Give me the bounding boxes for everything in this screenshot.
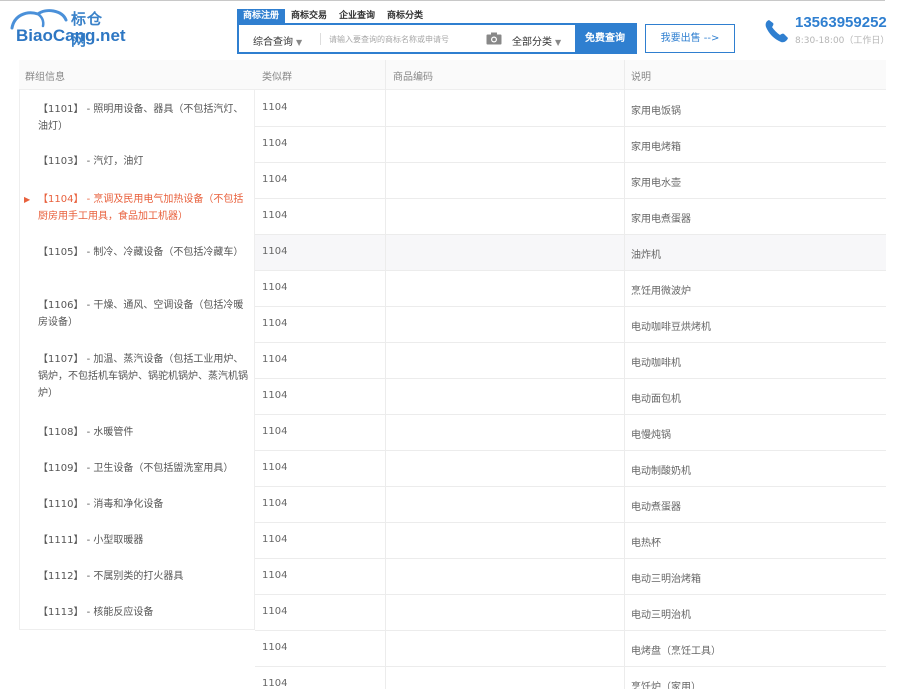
group-panel-header: 群组信息 xyxy=(19,60,255,90)
category-label: 全部分类 xyxy=(512,37,552,48)
cell-similar-group: 1104 xyxy=(262,246,288,257)
group-item-1103[interactable]: 【1103】 - 汽灯，油灯 xyxy=(38,153,253,170)
cell-description: 家用电烤箱 xyxy=(631,142,681,153)
table-row: 1104 电动煮蛋器 xyxy=(255,487,886,523)
phone-icon xyxy=(765,20,788,43)
service-hours: 8:30-18:00（工作日） xyxy=(795,36,890,46)
search-input[interactable] xyxy=(329,29,479,49)
table-row: 1104 烹饪炉（家用） xyxy=(255,667,886,689)
search-tabs: 商标注册 商标交易 企业查询 商标分类 xyxy=(237,9,429,23)
table-row: 1104 电动咖啡机 xyxy=(255,343,886,379)
group-item-1111[interactable]: 【1111】 - 小型取暖器 xyxy=(38,532,253,549)
cell-description: 烹饪用微波炉 xyxy=(631,286,691,297)
cell-description: 电慢炖锅 xyxy=(631,430,671,441)
cell-similar-group: 1104 xyxy=(262,174,288,185)
column-goods-code: 商品编码 xyxy=(393,72,433,83)
table-row: 1104 家用电饭锅 xyxy=(255,91,886,127)
cell-similar-group: 1104 xyxy=(262,390,288,401)
table-row: 1104 电动制酸奶机 xyxy=(255,451,886,487)
cell-similar-group: 1104 xyxy=(262,642,288,653)
group-item-1107[interactable]: 【1107】 - 加温、蒸汽设备（包括工业用炉、锅炉，不包括机车锅炉、锅驼机锅炉… xyxy=(38,351,253,402)
table-row: 1104 家用电烤箱 xyxy=(255,127,886,163)
table-row: 1104 电烤盘（烹饪工具） xyxy=(255,631,886,667)
cell-similar-group: 1104 xyxy=(262,102,288,113)
group-item-1112[interactable]: 【1112】 - 不属别类的打火器具 xyxy=(38,568,253,585)
table-row: 1104 电慢炖锅 xyxy=(255,415,886,451)
tab-trademark-registration[interactable]: 商标注册 xyxy=(237,9,286,23)
top-header: 标仓网 BiaoCang.net 商标注册 商标交易 企业查询 商标分类 综合查… xyxy=(0,0,900,60)
cell-description: 家用电煮蛋器 xyxy=(631,214,691,225)
cell-similar-group: 1104 xyxy=(262,534,288,545)
table-row: 1104 家用电煮蛋器 xyxy=(255,199,886,235)
table-row: 1104 电动咖啡豆烘烤机 xyxy=(255,307,886,343)
table-row: 1104 电动三明治烤箱 xyxy=(255,559,886,595)
tab-company-lookup[interactable]: 企业查询 xyxy=(333,9,381,23)
group-item-1108[interactable]: 【1108】 - 水暖管件 xyxy=(38,424,253,441)
group-list: 【1101】 - 照明用设备、器具（不包括汽灯、油灯） 【1103】 - 汽灯，… xyxy=(19,90,255,630)
cell-similar-group: 1104 xyxy=(262,498,288,509)
phone-number: 13563959252 xyxy=(795,14,887,31)
chevron-down-icon: ▼ xyxy=(555,38,562,47)
cell-description: 电动咖啡机 xyxy=(631,358,681,369)
group-item-1101[interactable]: 【1101】 - 照明用设备、器具（不包括汽灯、油灯） xyxy=(38,101,253,135)
cell-similar-group: 1104 xyxy=(262,426,288,437)
table-row: 1104 烹饪用微波炉 xyxy=(255,271,886,307)
goods-table-header: 类似群 商品编码 说明 xyxy=(255,60,886,90)
active-arrow-icon: ▶ xyxy=(24,195,31,204)
cell-description: 电热杯 xyxy=(631,538,661,549)
group-item-1105[interactable]: 【1105】 - 制冷、冷藏设备（不包括冷藏车） xyxy=(38,244,253,261)
group-item-1104[interactable]: ▶ 【1104】 - 烹调及民用电气加热设备（不包括厨房用手工用具，食品加工机器） xyxy=(24,191,253,225)
cell-similar-group: 1104 xyxy=(262,570,288,581)
cell-similar-group: 1104 xyxy=(262,318,288,329)
column-divider xyxy=(385,60,386,689)
tab-trademark-trading[interactable]: 商标交易 xyxy=(285,9,333,23)
group-item-label: 【1104】 - 烹调及民用电气加热设备（不包括厨房用手工用具，食品加工机器） xyxy=(38,194,244,222)
group-item-1113[interactable]: 【1113】 - 核能反应设备 xyxy=(38,604,253,621)
cell-description: 家用电饭锅 xyxy=(631,106,681,117)
column-similar-group: 类似群 xyxy=(262,72,292,83)
cell-similar-group: 1104 xyxy=(262,138,288,149)
cell-similar-group: 1104 xyxy=(262,462,288,473)
table-row: 1104 油炸机 xyxy=(255,235,886,271)
cell-description: 电动三明治机 xyxy=(631,610,691,621)
group-item-1110[interactable]: 【1110】 - 消毒和净化设备 xyxy=(38,496,253,513)
column-divider xyxy=(624,60,625,689)
cell-similar-group: 1104 xyxy=(262,606,288,617)
sell-trademark-button[interactable]: 我要出售 --> xyxy=(645,24,735,53)
cell-description: 电动制酸奶机 xyxy=(631,466,691,477)
table-row: 1104 电动三明治机 xyxy=(255,595,886,631)
cell-description: 电动咖啡豆烘烤机 xyxy=(631,322,711,333)
cell-description: 油炸机 xyxy=(631,250,661,261)
search-divider xyxy=(320,33,321,45)
table-row: 1104 电动面包机 xyxy=(255,379,886,415)
cell-description: 电烤盘（烹饪工具） xyxy=(631,646,721,657)
search-type-label: 综合查询 xyxy=(253,37,293,48)
category-dropdown[interactable]: 全部分类 ▼ xyxy=(512,33,561,48)
cell-similar-group: 1104 xyxy=(262,282,288,293)
cell-description: 电动面包机 xyxy=(631,394,681,405)
tab-trademark-classes[interactable]: 商标分类 xyxy=(381,9,429,23)
camera-icon[interactable] xyxy=(486,32,502,45)
site-logo[interactable]: 标仓网 BiaoCang.net xyxy=(8,6,126,49)
cell-similar-group: 1104 xyxy=(262,210,288,221)
cell-description: 烹饪炉（家用） xyxy=(631,682,701,689)
column-description: 说明 xyxy=(631,72,651,83)
cell-similar-group: 1104 xyxy=(262,678,288,689)
table-row: 1104 电热杯 xyxy=(255,523,886,559)
search-box: 综合查询▼ 全部分类▼ 免费查询 xyxy=(237,23,637,54)
cell-description: 电动煮蛋器 xyxy=(631,502,681,513)
chevron-down-icon: ▼ xyxy=(296,38,303,47)
table-row: 1104 家用电水壶 xyxy=(255,163,886,199)
logo-english-name: BiaoCang.net xyxy=(16,26,126,45)
header-divider xyxy=(0,0,885,1)
cell-similar-group: 1104 xyxy=(262,354,288,365)
free-search-button[interactable]: 免费查询 xyxy=(575,25,635,52)
group-panel-title: 群组信息 xyxy=(25,72,65,83)
group-item-1106[interactable]: 【1106】 - 干燥、通风、空调设备（包括冷暖房设备） xyxy=(38,297,253,331)
cell-description: 电动三明治烤箱 xyxy=(631,574,701,585)
group-item-1109[interactable]: 【1109】 - 卫生设备（不包括盥洗室用具） xyxy=(38,460,253,477)
cell-description: 家用电水壶 xyxy=(631,178,681,189)
search-type-dropdown[interactable]: 综合查询 ▼ xyxy=(253,33,302,48)
